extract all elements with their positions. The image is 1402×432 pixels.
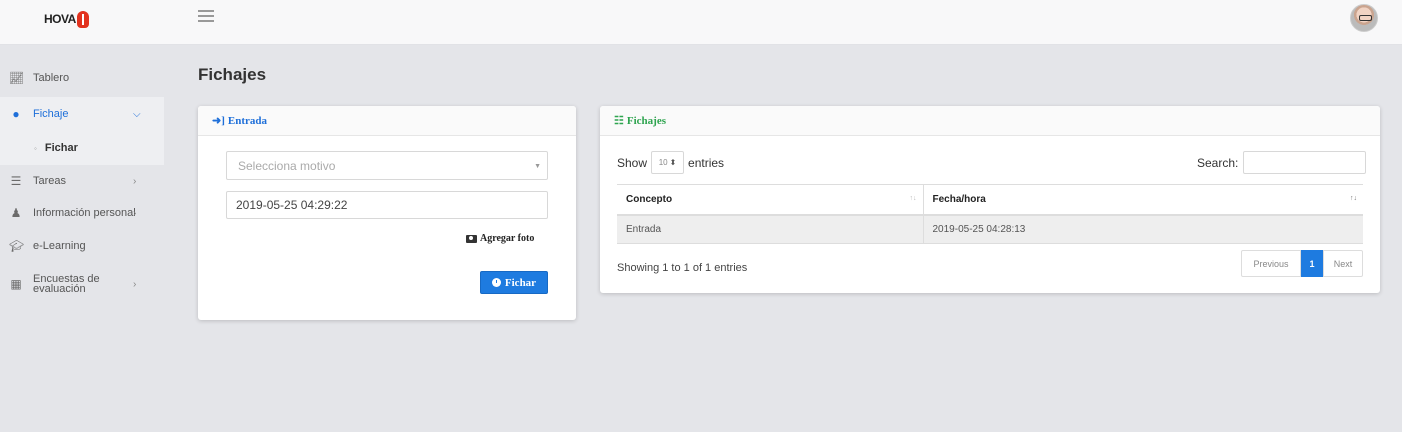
sort-icon: ↑↓ xyxy=(1350,195,1357,202)
top-bar: HOVA xyxy=(0,0,1402,45)
fichajes-table: Concepto ↑↓ Fecha/hora ↑↓ Entrada 2019-0… xyxy=(617,184,1363,244)
menu-toggle-button[interactable] xyxy=(198,10,214,26)
sidebar-item-elearning[interactable]: 🎓︎ e-Learning xyxy=(0,231,164,261)
sidebar-item-label: Fichaje xyxy=(33,108,69,120)
sidebar-subitem-label: Fichar xyxy=(44,142,78,154)
sign-in-icon: ➜] xyxy=(212,115,225,127)
search-label: Search: xyxy=(1197,155,1239,170)
chevron-right-icon: › xyxy=(133,175,137,187)
user-avatar[interactable] xyxy=(1350,4,1378,32)
column-header-fecha-hora[interactable]: Fecha/hora ↑↓ xyxy=(922,184,1363,216)
clock-icon xyxy=(491,278,501,287)
pagination: Previous 1 Next xyxy=(1241,250,1363,277)
person-icon: ♟ xyxy=(10,206,22,220)
agregar-foto-label: Agregar foto xyxy=(480,233,535,244)
sort-toggle-icon: ⬍ xyxy=(669,158,677,167)
chart-line-icon: 📈︎ xyxy=(9,71,25,85)
fichajes-card-title: Fichajes xyxy=(626,114,666,127)
show-label: Show xyxy=(617,155,648,170)
bullet-icon: ◦ xyxy=(34,143,37,153)
motivo-select[interactable]: Selecciona motivo ▼ xyxy=(226,151,548,180)
camera-icon xyxy=(466,234,477,243)
sort-icon: ↑↓ xyxy=(909,195,917,202)
graduation-cap-icon: 🎓︎ xyxy=(9,239,25,253)
sidebar-item-label: Información personal xyxy=(33,207,136,219)
logo-text: HOVA xyxy=(44,12,76,26)
chevron-right-icon: › xyxy=(133,278,137,290)
motivo-placeholder: Selecciona motivo xyxy=(238,158,336,173)
entries-label: entries xyxy=(688,155,725,170)
table-search: Search: xyxy=(1197,151,1367,174)
sidebar-item-informacion-personal[interactable]: ♟ Información personal › xyxy=(0,198,164,228)
fichar-button[interactable]: Fichar xyxy=(480,271,548,294)
entries-length-select[interactable]: 10 ⬍ xyxy=(651,151,685,174)
sidebar-item-label: Tareas xyxy=(33,175,67,187)
column-header-label: Fecha/hora xyxy=(932,193,986,205)
sidebar: 📈︎ Tablero ● Fichaje ⌵ ◦ Fichar ☰ Tareas… xyxy=(0,45,164,432)
list-icon: ☰ xyxy=(10,174,22,188)
table-cell: Entrada xyxy=(617,214,923,244)
datetime-input[interactable] xyxy=(226,191,548,219)
hamburger-icon xyxy=(198,10,214,12)
app-logo[interactable]: HOVA xyxy=(44,8,89,30)
page-title: Fichajes xyxy=(198,65,267,84)
logo-mark-icon xyxy=(76,10,89,28)
fichajes-card: ☷ Fichajes Show 10 ⬍ entries Search: Con… xyxy=(600,106,1380,293)
sidebar-item-label: Tablero xyxy=(33,72,70,84)
search-input[interactable] xyxy=(1243,151,1367,174)
sidebar-subitem-fichar[interactable]: ◦ Fichar xyxy=(0,131,164,165)
fichajes-card-header: ☷ Fichajes xyxy=(600,106,1380,136)
sidebar-item-fichaje[interactable]: ● Fichaje ⌵ xyxy=(0,97,164,131)
entries-length-control: Show 10 ⬍ entries xyxy=(617,151,724,174)
sidebar-item-label: Encuestas de evaluación xyxy=(33,273,100,295)
page-1-button[interactable]: 1 xyxy=(1301,250,1323,277)
table-header-row: Concepto ↑↓ Fecha/hora ↑↓ xyxy=(617,184,1363,216)
table-info: Showing 1 to 1 of 1 entries xyxy=(617,262,748,274)
fichar-button-label: Fichar xyxy=(504,276,537,289)
column-header-label: Concepto xyxy=(626,193,673,205)
list-check-icon: ☷ xyxy=(614,115,624,127)
clock-icon: ● xyxy=(12,107,20,121)
entrada-card-header: ➜] Entrada xyxy=(198,106,576,136)
sidebar-item-label: e-Learning xyxy=(33,240,86,252)
next-page-button[interactable]: Next xyxy=(1323,250,1363,277)
previous-page-button[interactable]: Previous xyxy=(1241,250,1301,277)
entries-length-value: 10 xyxy=(658,158,668,167)
caret-down-icon: ▼ xyxy=(534,163,541,170)
table-cell: 2019-05-25 04:28:13 xyxy=(922,214,1363,244)
chevron-down-icon: ⌵ xyxy=(133,108,141,120)
sidebar-item-encuestas[interactable]: ▦ Encuestas de evaluación › xyxy=(0,268,164,300)
chevron-right-icon: › xyxy=(133,207,137,219)
sidebar-item-tareas[interactable]: ☰ Tareas › xyxy=(0,166,164,196)
bar-chart-icon: ▦ xyxy=(10,277,22,291)
entrada-card-title: Entrada xyxy=(227,114,268,127)
entrada-card: ➜] Entrada Selecciona motivo ▼ Agregar f… xyxy=(198,106,576,320)
agregar-foto-button[interactable]: Agregar foto xyxy=(466,233,534,244)
column-header-concepto[interactable]: Concepto ↑↓ xyxy=(617,184,923,216)
sidebar-item-tablero[interactable]: 📈︎ Tablero xyxy=(0,63,164,93)
table-row: Entrada 2019-05-25 04:28:13 xyxy=(617,214,1363,244)
